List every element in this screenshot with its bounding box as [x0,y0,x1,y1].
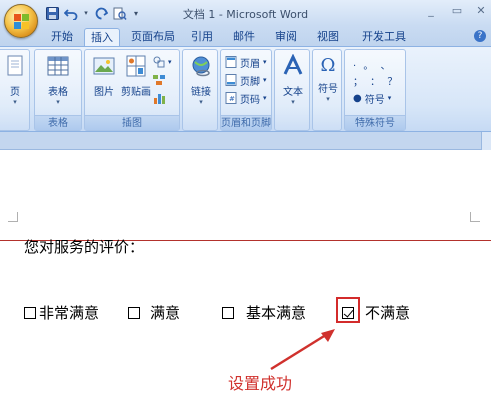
tab-insert[interactable]: 插入 [84,28,120,46]
picture-button[interactable]: 图片 [87,54,121,98]
tab-developer[interactable]: 开发工具 [356,28,412,46]
header-button[interactable]: 页眉 ▾ [225,54,267,70]
annotation-text: 设置成功 [228,374,293,393]
special-chars-group-label: 特殊符号 [345,115,405,130]
tab-review[interactable]: 审阅 [270,28,302,46]
office-button[interactable] [4,4,38,38]
special-chars-row-2[interactable]: ； ： ？ [353,72,399,88]
scrollbar-top[interactable] [481,132,491,150]
clipart-label: 剪贴画 [121,87,151,98]
checkbox-unchecked-icon[interactable] [24,306,36,319]
close-button[interactable]: ✕ [470,4,491,20]
footer-button[interactable]: 页脚 ▾ [225,72,267,88]
option-satisfied[interactable]: 满意 [128,302,180,323]
tab-home[interactable]: 开始 [44,28,80,46]
table-group-label: 表格 [35,115,81,130]
page-number-icon: # [225,92,237,104]
checkbox-unchecked-icon[interactable] [128,306,140,319]
page-icon [7,55,23,76]
symbol-dropdown-label: 符号 [364,94,385,106]
illustrations-group: 图片 剪贴画 ▾ 插图 [84,49,180,131]
option-basically-satisfied[interactable]: 基本满意 [222,302,306,323]
table-button-label: 表格 [48,87,68,98]
symbols-group: Ω 符号 ▾ [312,49,342,131]
text-button[interactable]: 文本 ▾ [276,53,310,106]
tab-references[interactable]: 引用 [186,28,218,46]
chart-icon [154,94,165,104]
question-text: 您对服务的评价： [24,238,145,256]
margin-corner-mark [470,212,480,222]
header-label: 页眉 [240,58,260,70]
ribbon: 页 ▾ 表格 ▾ 表格 图片 剪贴画 ▾ 插图 链接 ▾ 页眉 ▾ 页脚 ▾ #… [0,46,491,132]
text-box-icon [283,53,303,75]
option-very-satisfied[interactable]: 非常满意 [24,302,99,323]
table-group: 表格 ▾ 表格 [34,49,82,131]
tab-view[interactable]: 视图 [312,28,344,46]
pages-group: 页 ▾ [0,49,30,131]
ribbon-tabs: 开始 插入 页面布局 引用 邮件 审阅 视图 开发工具 ? [0,26,491,46]
option-label: 非常满意 [39,304,100,322]
svg-text:#: # [229,95,235,103]
option-label: 基本满意 [246,304,307,322]
minimize-button[interactable]: _ [420,4,442,20]
illustrations-group-label: 插图 [85,115,179,130]
footer-icon [225,74,237,86]
dropdown-arrow-icon: ▾ [291,98,295,106]
help-icon[interactable]: ? [474,30,486,42]
dropdown-arrow-icon: ▾ [56,98,60,106]
clipart-button[interactable]: 剪贴画 [119,54,153,98]
symbols-label: 符号 [318,84,338,95]
chart-button[interactable] [153,90,165,106]
picture-label: 图片 [94,87,114,98]
margin-corner-mark [8,212,18,222]
option-label: 不满意 [365,304,411,322]
checkbox-unchecked-icon[interactable] [222,306,234,319]
omega-icon: Ω [320,55,336,76]
bullet-icon: ● [353,92,362,104]
special-chars-row-1[interactable]: · 。 、 [353,56,393,72]
picture-icon [93,57,115,75]
ruler-strip [0,132,491,150]
symbols-button[interactable]: Ω 符号 ▾ [311,54,345,103]
links-button[interactable]: 链接 ▾ [184,54,218,106]
maximize-button[interactable]: ▭ [446,4,468,20]
clipart-icon [126,55,146,77]
text-label: 文本 [283,87,303,98]
page-number-label: 页码 [240,94,260,106]
title-bar: ▾ ▾ 文档 1 - Microsoft Word _ ▭ ✕ [0,0,491,26]
option-label: 满意 [150,304,181,322]
table-icon [47,56,69,76]
header-icon [225,56,237,68]
symbol-dropdown-button[interactable]: ● 符号 ▾ [353,90,391,106]
document-area[interactable]: 您对服务的评价： 非常满意 满意 基本满意 不满意 设置成功 [0,150,491,410]
annotation-arrow-icon [270,329,335,371]
header-footer-group: 页眉 ▾ 页脚 ▾ # 页码 ▾ 页眉和页脚 [220,49,272,131]
footer-label: 页脚 [240,76,260,88]
tab-mailings[interactable]: 邮件 [228,28,260,46]
window-title: 文档 1 - Microsoft Word [182,8,309,21]
pages-button[interactable]: 页 ▾ [3,54,27,106]
shapes-button[interactable]: ▾ [153,54,172,70]
dropdown-arrow-icon: ▾ [199,98,203,106]
dropdown-arrow-icon: ▾ [326,95,330,103]
special-chars-group: · 。 、 ； ： ？ ● 符号 ▾ 特殊符号 [344,49,406,131]
pages-label: 页 [10,87,20,98]
smartart-icon [153,75,165,85]
table-button[interactable]: 表格 ▾ [41,54,75,106]
dropdown-arrow-icon: ▾ [13,98,17,106]
tab-page-layout[interactable]: 页面布局 [126,28,180,46]
links-label: 链接 [191,87,211,98]
header-footer-group-label: 页眉和页脚 [221,115,271,130]
highlight-box [336,297,360,323]
office-logo-icon [14,14,30,30]
smartart-button[interactable] [153,72,165,88]
globe-link-icon [192,56,210,77]
links-group: 链接 ▾ [182,49,218,131]
text-group: 文本 ▾ [274,49,310,131]
page-number-button[interactable]: # 页码 ▾ [225,90,267,106]
shapes-icon [153,56,165,68]
